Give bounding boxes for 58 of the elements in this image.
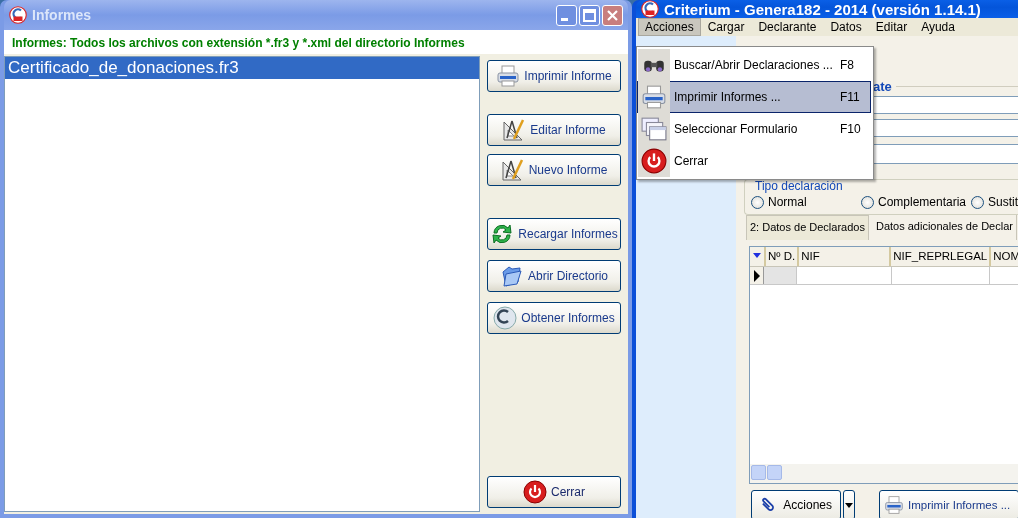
app-icon [641, 0, 659, 18]
folder-icon [500, 264, 524, 288]
tab[interactable]: Datos adicionales de Declar [872, 215, 1017, 240]
radio-option[interactable]: Normal [751, 195, 861, 209]
radio-button[interactable] [861, 195, 874, 209]
menu-option[interactable]: Cerrar [637, 145, 871, 177]
radio-button[interactable] [971, 195, 984, 209]
action-button[interactable]: Imprimir Informes ... [879, 490, 1018, 518]
printer-icon [641, 84, 667, 110]
window-title: Informes [32, 7, 93, 23]
menu-option[interactable]: Seleccionar Formulario F10 [637, 113, 871, 145]
radio-label: Sustit [988, 195, 1018, 209]
report-button[interactable]: Imprimir Informe [487, 60, 621, 92]
power-icon [641, 148, 667, 174]
windows-icon [641, 116, 667, 142]
section-heading: ate [873, 79, 892, 94]
refresh-icon [490, 222, 515, 246]
report-button[interactable]: Recargar Informes [487, 218, 621, 250]
menu-item[interactable]: Declarante [751, 18, 824, 36]
drafting-tools-icon [500, 158, 525, 182]
menu-item[interactable]: Cargar [700, 18, 752, 36]
drafting-tools-icon [502, 118, 527, 142]
radio-label: Complementaria [878, 195, 967, 209]
menu-option[interactable]: Buscar/Abrir Declaraciones ... F8 [637, 49, 871, 81]
radio-label: Normal [768, 195, 807, 209]
dropdown-button[interactable] [843, 490, 855, 518]
report-button[interactable]: Nuevo Informe [487, 154, 621, 186]
close-dialog-button[interactable]: Cerrar [487, 476, 621, 508]
maximize-button[interactable] [579, 4, 600, 26]
window-title: Criterium - Genera182 - 2014 (versión 1.14.1) [664, 0, 982, 18]
column-header[interactable]: NIF [799, 247, 892, 266]
menu-item[interactable]: Editar [868, 18, 915, 36]
report-button[interactable]: Abrir Directorio [487, 260, 621, 292]
description-text: Informes: Todos los archivos con extensión *.fr3 y *.xml del directorio Informes [4, 30, 628, 54]
tab[interactable]: 2: Datos de Declarados [746, 215, 869, 240]
report-button[interactable]: Obtener Informes [487, 302, 621, 334]
logo-icon [493, 306, 518, 330]
app-icon [9, 6, 27, 24]
menu-option[interactable]: Imprimir Informes ... F11 [637, 81, 871, 113]
menu-item[interactable]: Acciones [638, 18, 701, 36]
column-header[interactable]: NIF_REPRLEGAL [891, 247, 992, 266]
menu-item[interactable]: Datos [823, 18, 869, 36]
scrollbar[interactable] [750, 464, 1018, 483]
caret-icon [845, 502, 853, 508]
printer-icon [496, 64, 521, 88]
radio-option[interactable]: Complementaria [861, 195, 971, 209]
close-button[interactable] [602, 4, 623, 26]
radio-option[interactable]: Sustit [971, 195, 1018, 209]
minimize-icon [561, 17, 568, 21]
power-icon [523, 480, 547, 504]
report-button[interactable]: Editar Informe [487, 114, 621, 146]
action-button[interactable]: Acciones [751, 490, 841, 518]
radio-button[interactable] [751, 195, 764, 209]
file-item[interactable]: Certificado_de_donaciones.fr3 [5, 57, 479, 79]
menu-item[interactable]: Ayuda [914, 18, 962, 36]
minimize-button[interactable] [556, 4, 577, 26]
printer-icon [884, 495, 904, 515]
filter-icon[interactable] [752, 250, 762, 260]
